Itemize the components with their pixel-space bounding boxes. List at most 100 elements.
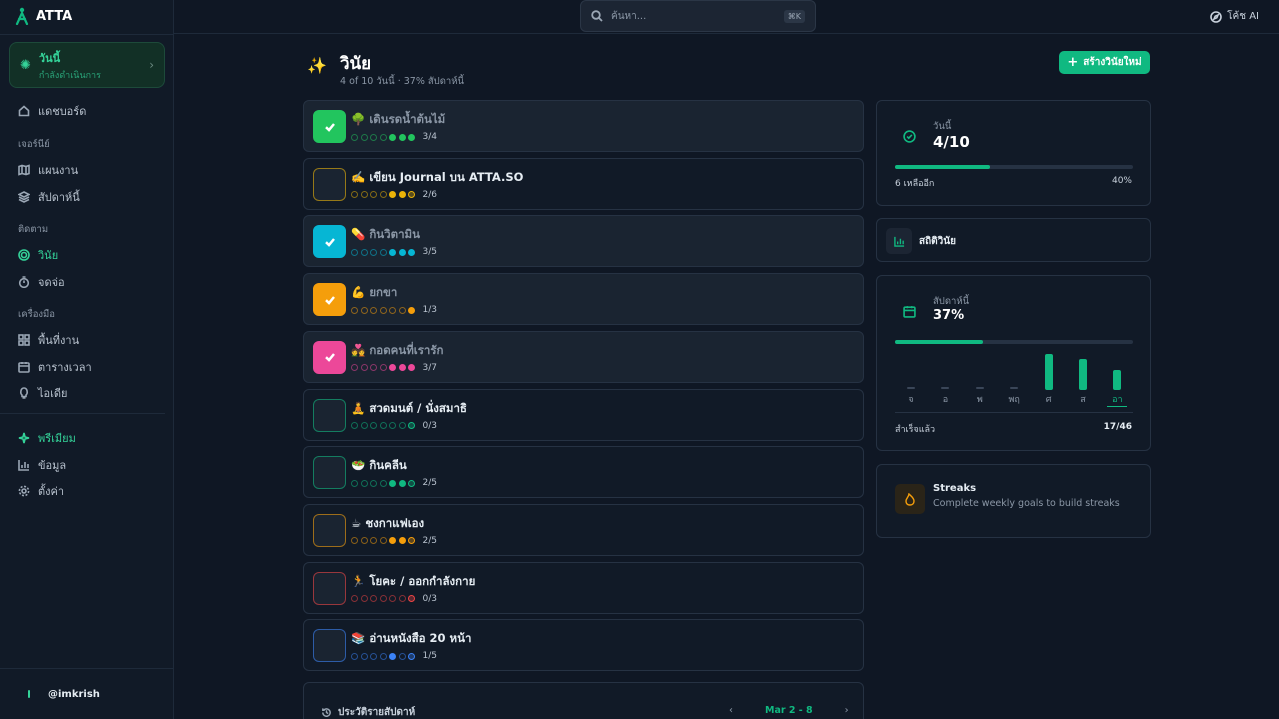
day-bar [1010, 387, 1019, 389]
search-placeholder: ค้นหา... [611, 10, 647, 22]
habit-checkbox[interactable] [313, 571, 346, 605]
sidebar-item-label: ไอเดีย [38, 387, 68, 400]
section-tracking-label: ติดตาม [18, 224, 49, 235]
streaks-title: Streaks [933, 483, 977, 494]
day-dot [370, 306, 377, 314]
create-habit-label: สร้างวินัยใหม่ [1083, 57, 1142, 68]
chevron-right-icon: › [149, 58, 154, 72]
page-title: วินัย [340, 54, 372, 74]
today-card-title: วันนี้ [38, 51, 61, 65]
day-dot [389, 306, 396, 314]
habit-checkbox[interactable] [313, 398, 346, 432]
habit-checkbox[interactable] [313, 629, 346, 663]
day-dot [398, 306, 406, 314]
day-dot [408, 306, 415, 314]
habit-row[interactable]: 💑 กอดคนที่เรารัก 3/7 [303, 330, 864, 383]
sidebar-item-label: สัปดาห์นี้ [38, 191, 80, 204]
habit-row[interactable]: 💪 ยกขา 1/3 [303, 273, 864, 326]
lightbulb-icon [20, 387, 28, 399]
history-icon [322, 708, 331, 717]
habit-checkbox[interactable] [313, 167, 346, 201]
user-profile[interactable]: @imkrish [0, 668, 174, 719]
check-icon [324, 353, 335, 363]
habit-week-dots: 2/5 [351, 478, 437, 488]
sidebar-item-label: ตั้งค่า [38, 485, 65, 498]
create-habit-button[interactable]: + สร้างวินัยใหม่ [1059, 51, 1150, 74]
habit-checkbox[interactable] [313, 225, 346, 259]
sidebar-item-settings[interactable]: ตั้งค่า [18, 482, 64, 500]
sidebar-item-label: พื้นที่งาน [38, 334, 80, 347]
day-dot [398, 479, 406, 487]
sidebar-item-label: แผนงาน [38, 164, 79, 177]
today-card-subtitle: กำลังดำเนินการ [38, 70, 101, 81]
habit-row[interactable]: 🌳 เดินรดน้ำต้นไม้ 3/4 [303, 100, 864, 152]
habit-checkbox[interactable] [313, 340, 346, 374]
habit-row[interactable]: 📚 อ่านหนังสือ 20 หน้า 1/5 [303, 619, 864, 672]
sidebar-item-workspace[interactable]: พื้นที่งาน [18, 331, 79, 349]
today-nav-card[interactable]: ✺ วันนี้ กำลังดำเนินการ › [9, 42, 165, 88]
day-dot [370, 422, 377, 429]
sidebar-item-focus[interactable]: จดจ่อ [18, 273, 65, 291]
bar-chart-icon [18, 460, 29, 471]
gear-icon [18, 485, 30, 497]
day-dot [398, 133, 406, 141]
sparkle-icon [18, 432, 30, 444]
today-label: วันนี้ [933, 121, 952, 132]
day-dot [389, 479, 396, 487]
habit-row[interactable]: ✍️ เขียน Journal บน ATTA.SO 2/6 [303, 157, 864, 210]
plus-icon: + [1067, 55, 1079, 70]
habit-stats-card[interactable]: สถิติวินัย [876, 218, 1151, 262]
day-dot [408, 422, 415, 429]
day-dot [360, 133, 368, 141]
sidebar-item-premium[interactable]: พรีเมียม [18, 429, 76, 447]
sidebar-item-label: ข้อมูล [38, 459, 67, 472]
chevron-right-icon[interactable]: › [845, 705, 849, 716]
day-dot [379, 595, 387, 603]
sidebar-item-this-week[interactable]: สัปดาห์นี้ [18, 188, 80, 206]
habit-week-dots: 3/5 [351, 247, 437, 257]
habit-row[interactable]: 🥗 กินคลีน 2/5 [303, 446, 864, 499]
sidebar-item-data[interactable]: ข้อมูล [18, 456, 66, 474]
day-dot [408, 537, 415, 545]
day-dot [360, 248, 368, 256]
timer-icon [18, 276, 30, 288]
habit-row[interactable]: 🏃 โยคะ / ออกกำลังกาย 0/3 [303, 561, 864, 614]
habit-checkbox[interactable] [313, 513, 346, 547]
sidebar-item-dashboard[interactable]: แดชบอร์ด [18, 102, 86, 120]
habit-name: 🧘 สวดมนต์ / นั่งสมาธิ [351, 400, 467, 415]
day-dot [398, 191, 406, 199]
app-logo[interactable]: ATTA [14, 7, 72, 25]
week-value: 37% [933, 308, 965, 323]
day-dot [389, 652, 396, 660]
habit-row[interactable]: 🧘 สวดมนต์ / นั่งสมาธิ 0/3 [303, 388, 864, 441]
chevron-left-icon[interactable]: ‹ [729, 705, 733, 716]
week-progress-fill [895, 340, 984, 344]
habit-name: 💑 กอดคนที่เรารัก [351, 342, 444, 357]
habit-name: ☕ ชงกาแฟเอง [351, 515, 425, 530]
habit-week-dots: 1/3 [351, 305, 437, 315]
habit-row[interactable]: ☕ ชงกาแฟเอง 2/5 [303, 503, 864, 556]
sidebar-item-label: แดชบอร์ด [38, 105, 87, 118]
divider [0, 413, 165, 414]
streaks-card: Streaks Complete weekly goals to build s… [876, 464, 1151, 538]
day-dot [351, 248, 358, 256]
habit-checkbox[interactable] [313, 283, 346, 317]
day-bar [1079, 359, 1087, 390]
page-subtitle: 4 of 10 วันนี้ · 37% สัปดาห์นี้ [340, 76, 464, 87]
habit-checkbox[interactable] [313, 110, 346, 143]
day-bar [975, 387, 984, 389]
search-input[interactable]: ค้นหา... ⌘K [580, 0, 816, 32]
section-journey-label: เจอร์นีย์ [18, 139, 50, 150]
sidebar-item-schedule[interactable]: ตารางเวลา [18, 358, 92, 376]
habit-row[interactable]: 💊 กินวิตามิน 3/5 [303, 215, 864, 268]
username: @imkrish [48, 688, 100, 700]
habit-checkbox[interactable] [313, 456, 346, 490]
day-dot [389, 422, 396, 429]
sidebar-item-ideas[interactable]: ไอเดีย [18, 384, 68, 402]
sidebar-item-plans[interactable]: แผนงาน [18, 161, 78, 179]
sidebar-item-discipline[interactable]: วินัย [18, 246, 58, 264]
day-dot [379, 537, 387, 545]
today-percent: 40% [1111, 176, 1132, 186]
search-icon [591, 10, 603, 22]
ask-ai-button[interactable]: โค้ช AI [1210, 9, 1259, 24]
